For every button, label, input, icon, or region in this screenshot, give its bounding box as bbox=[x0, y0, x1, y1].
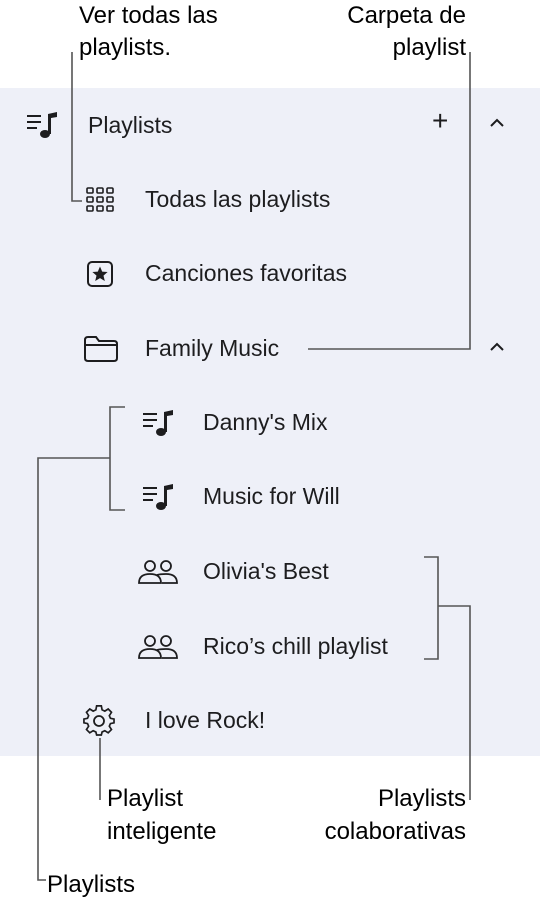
callout-playlists: Playlists bbox=[47, 871, 136, 898]
playlist-icon bbox=[142, 482, 176, 512]
callout-smart-line1: Playlist bbox=[107, 785, 184, 812]
sidebar-item-i-love-rock[interactable]: I love Rock! bbox=[145, 705, 265, 735]
callout-folder-line2: playlist bbox=[392, 34, 466, 61]
collapse-folder-icon[interactable] bbox=[488, 340, 506, 354]
people-icon bbox=[136, 632, 180, 662]
sidebar-item-olivias-best[interactable]: Olivia's Best bbox=[203, 556, 329, 586]
sidebar-item-dannys-mix[interactable]: Danny's Mix bbox=[203, 407, 328, 437]
callout-collab-line2: colaborativas bbox=[324, 818, 466, 845]
callout-folder-line1: Carpeta de bbox=[347, 2, 466, 29]
sidebar-item-ricos-chill-playlist[interactable]: Rico’s chill playlist bbox=[203, 631, 388, 661]
add-playlist-button[interactable]: + bbox=[432, 106, 448, 136]
sidebar-item-music-for-will[interactable]: Music for Will bbox=[203, 481, 340, 511]
callout-smart-line2: inteligente bbox=[107, 818, 217, 845]
playlist-icon bbox=[142, 408, 176, 438]
playlists-section-title[interactable]: Playlists bbox=[88, 110, 172, 140]
collapse-playlists-icon[interactable] bbox=[488, 116, 506, 130]
callout-all-playlists-line2: playlists. bbox=[79, 34, 172, 61]
gear-icon bbox=[83, 704, 117, 738]
callout-all-playlists-line1: Ver todas las bbox=[79, 2, 218, 29]
people-icon bbox=[136, 557, 180, 587]
grid-icon bbox=[85, 186, 117, 214]
sidebar-item-family-music[interactable]: Family Music bbox=[145, 333, 279, 363]
playlist-section-icon bbox=[26, 110, 60, 140]
sidebar-item-favorite-songs[interactable]: Canciones favoritas bbox=[145, 258, 347, 288]
sidebar-item-all-playlists[interactable]: Todas las playlists bbox=[145, 184, 330, 214]
folder-icon bbox=[82, 334, 120, 364]
star-icon bbox=[85, 259, 115, 289]
callout-collab-line1: Playlists bbox=[377, 785, 466, 812]
